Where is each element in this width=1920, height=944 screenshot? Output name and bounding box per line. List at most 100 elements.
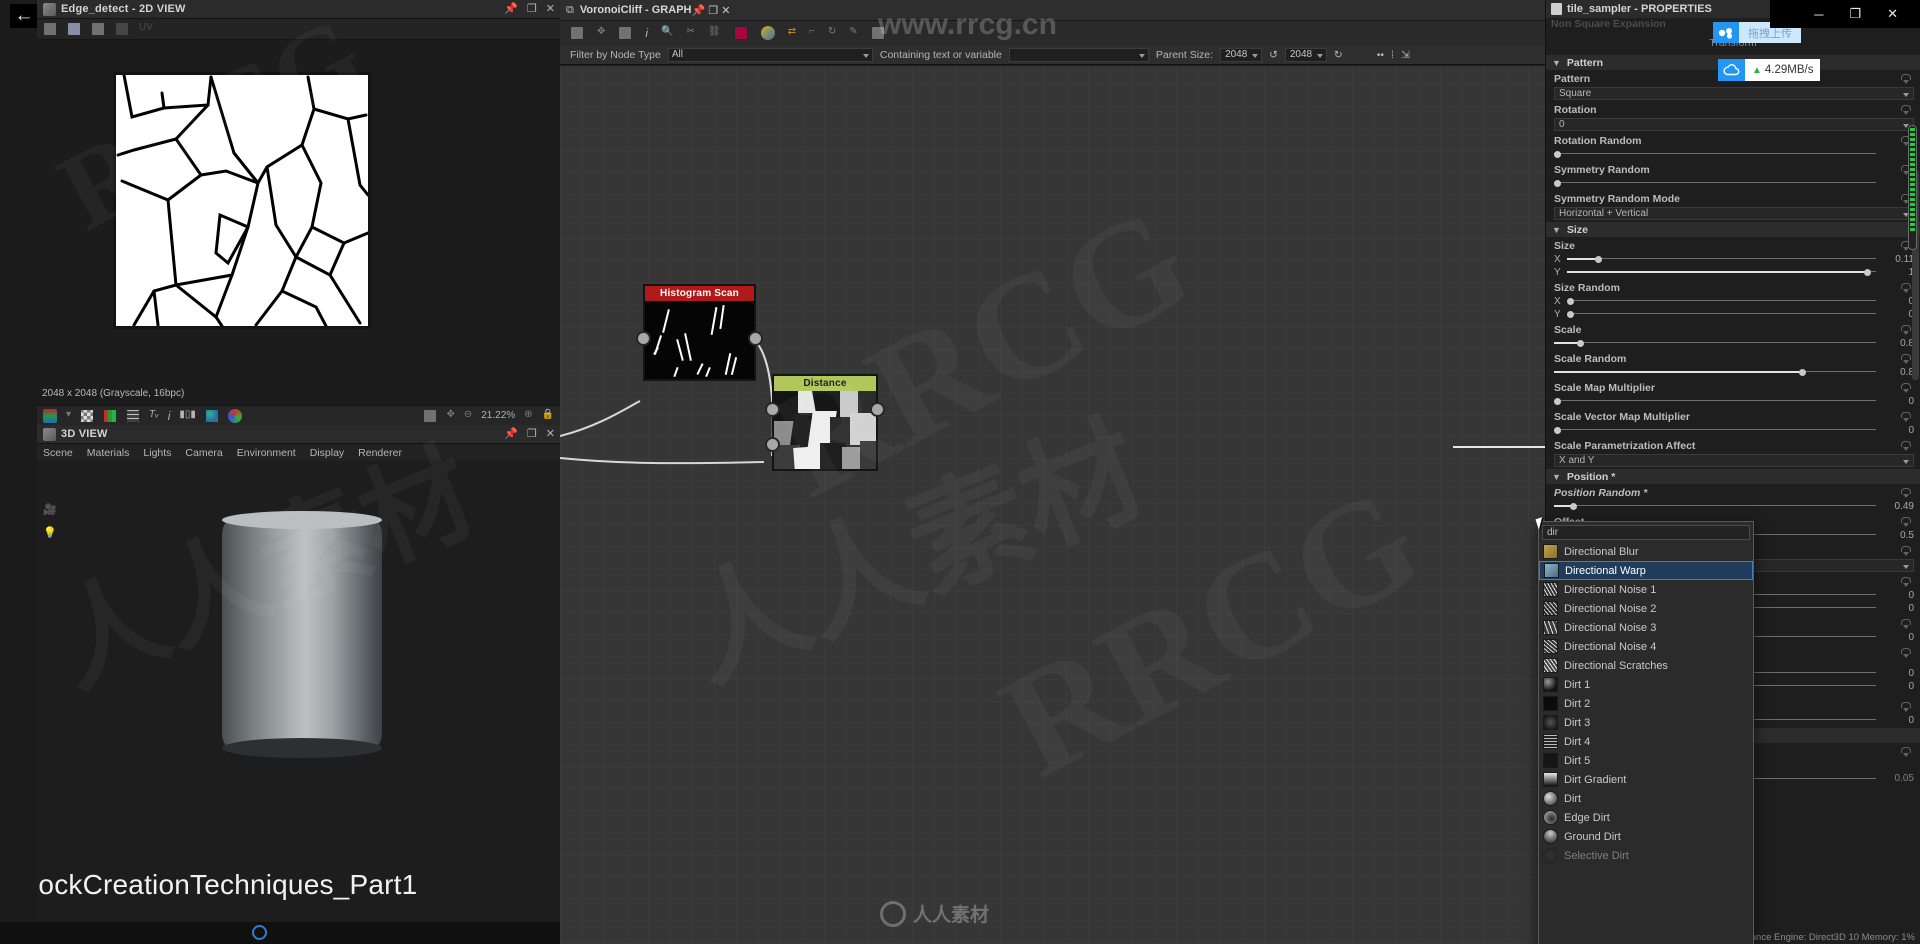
link-size-icon[interactable]: ↺ (1269, 49, 1278, 61)
reset-icon[interactable] (1901, 647, 1914, 658)
list-item[interactable]: Directional Noise 1 (1539, 580, 1753, 599)
share-icon[interactable] (115, 22, 129, 36)
info-italic-icon[interactable]: i (645, 26, 648, 40)
list-item[interactable]: Directional Noise 2 (1539, 599, 1753, 618)
list-item[interactable]: Directional Scratches (1539, 656, 1753, 675)
color-wheel-icon[interactable] (227, 408, 242, 423)
list-item[interactable]: Directional Blur (1539, 542, 1753, 561)
node-search-input[interactable]: dir (1542, 525, 1750, 540)
pin-icon[interactable]: 📌 (691, 5, 705, 17)
tiling-icon[interactable]: Tᵥ (149, 409, 159, 423)
node-output-port[interactable] (748, 331, 763, 346)
slider-track[interactable] (1554, 500, 1876, 512)
camera-icon[interactable]: 🎥 (43, 503, 57, 516)
section-position[interactable]: ▼ Position * (1546, 469, 1920, 484)
node-search-results[interactable]: Directional Blur Directional Warp Direct… (1539, 542, 1753, 865)
menu-scene[interactable]: Scene (43, 447, 73, 459)
zoom-level[interactable]: 21.22% (481, 410, 515, 421)
slider-track[interactable] (1567, 266, 1876, 278)
prop-slider[interactable]: 0.8 (1554, 366, 1914, 378)
refresh-icon[interactable]: ↻ (828, 26, 836, 40)
list-item[interactable]: Directional Noise 3 (1539, 618, 1753, 637)
prop-dropdown[interactable]: 0 (1554, 118, 1914, 131)
reset-icon[interactable] (1901, 545, 1914, 556)
slider-knob[interactable] (1567, 310, 1574, 318)
prop-dropdown[interactable]: X and Y (1554, 454, 1914, 467)
copy-icon[interactable] (91, 22, 105, 36)
slider-track[interactable] (1567, 295, 1876, 307)
channels-icon[interactable] (204, 408, 219, 423)
slider-track[interactable] (1554, 148, 1876, 160)
parent-size-width[interactable]: 2048 (1220, 47, 1263, 62)
list-item[interactable]: Dirt 1 (1539, 675, 1753, 694)
layers-icon[interactable] (43, 408, 57, 423)
reset-icon[interactable] (1901, 487, 1914, 498)
move-icon[interactable]: ✥ (597, 26, 605, 40)
filter-text-input[interactable] (1008, 47, 1149, 62)
cut-link-icon[interactable]: ✂ (687, 26, 695, 40)
reset-icon[interactable] (1901, 73, 1914, 84)
list-item[interactable]: Edge Dirt (1539, 808, 1753, 827)
close-icon[interactable]: ✕ (721, 5, 730, 17)
book-icon[interactable] (733, 26, 748, 40)
list-item[interactable]: Dirt (1539, 789, 1753, 808)
os-window-controls[interactable]: ─ ❐ ✕ (1770, 0, 1920, 28)
taskbar[interactable] (0, 922, 560, 944)
prop-slider-x[interactable]: X 0.11 (1554, 253, 1914, 265)
node-input-port-2[interactable] (765, 437, 780, 452)
search-icon[interactable] (252, 925, 267, 940)
prop-slider-y[interactable]: Y 0 (1554, 308, 1914, 320)
maximize-icon[interactable]: ❐ (527, 428, 537, 441)
pan-icon[interactable]: ✥ (446, 409, 454, 423)
color-bar-icon[interactable] (103, 408, 118, 423)
filter-node-type-select[interactable]: All (667, 47, 873, 62)
prop-slider[interactable]: 0.8 (1554, 337, 1914, 349)
chevron-down-icon[interactable]: ▾ (66, 409, 71, 423)
prop-slider[interactable]: 0.49 (1554, 500, 1914, 512)
minimize-icon[interactable]: ─ (1814, 7, 1823, 22)
view3d-gizmos[interactable]: 🎥 💡 (43, 503, 57, 539)
uv-label[interactable]: UV (139, 22, 153, 36)
menu-materials[interactable]: Materials (87, 447, 130, 459)
grid-icon[interactable] (126, 408, 141, 423)
slider-knob[interactable] (1576, 339, 1584, 347)
reset-icon[interactable] (1901, 382, 1914, 393)
node-histogram-scan[interactable]: Histogram Scan (636, 284, 763, 381)
prop-slider-y[interactable]: Y 1 (1554, 266, 1914, 278)
histogram-icon[interactable]: ▮▯▮ (179, 409, 196, 423)
view3d-window-controls[interactable]: 📌 ❐ ✕ (504, 428, 555, 441)
list-item[interactable]: Ground Dirt (1539, 827, 1753, 846)
view2d-window-controls[interactable]: 📌 ❐ ✕ (504, 3, 555, 16)
light-icon[interactable]: 💡 (43, 526, 57, 539)
view3d-viewport[interactable]: 🎥 💡 RockCreationTechniques_Part1 (37, 459, 560, 944)
reset-icon[interactable] (1901, 440, 1914, 451)
zoom-icon[interactable]: 🔍 (661, 26, 673, 40)
reset-icon[interactable] (1901, 104, 1914, 115)
menu-display[interactable]: Display (310, 447, 344, 459)
slider-knob[interactable] (1567, 297, 1574, 305)
slider-track[interactable] (1554, 366, 1876, 378)
slider-knob[interactable] (1570, 502, 1578, 510)
slider-knob[interactable] (1798, 368, 1806, 376)
zoom-in-icon[interactable]: ⊕ (524, 409, 532, 423)
pin-icon[interactable]: 📌 (504, 3, 518, 16)
reset-icon[interactable] (1901, 746, 1914, 757)
slider-knob[interactable] (1554, 426, 1561, 434)
reset-icon[interactable] (1901, 516, 1914, 527)
node-input-port-1[interactable] (765, 402, 780, 417)
list-item-selected[interactable]: Directional Warp (1539, 561, 1753, 580)
swap-icon[interactable]: ⇄ (788, 26, 796, 40)
pin-icon[interactable]: 📌 (504, 428, 518, 441)
reset-size-icon[interactable]: ↻ (1334, 49, 1343, 61)
node-distance[interactable]: Distance (765, 374, 885, 471)
list-item[interactable]: Dirt Gradient (1539, 770, 1753, 789)
dual-view-icon[interactable]: •• (1377, 49, 1384, 61)
menu-environment[interactable]: Environment (237, 447, 296, 459)
prop-slider[interactable]: 0 (1554, 177, 1914, 189)
close-icon[interactable]: ✕ (1887, 6, 1898, 22)
prop-slider[interactable]: 0 (1554, 148, 1914, 160)
node-input-port[interactable] (636, 331, 651, 346)
slider-track[interactable] (1567, 253, 1876, 265)
maximize-icon[interactable]: ❐ (708, 5, 718, 17)
slider-knob[interactable] (1863, 268, 1871, 276)
